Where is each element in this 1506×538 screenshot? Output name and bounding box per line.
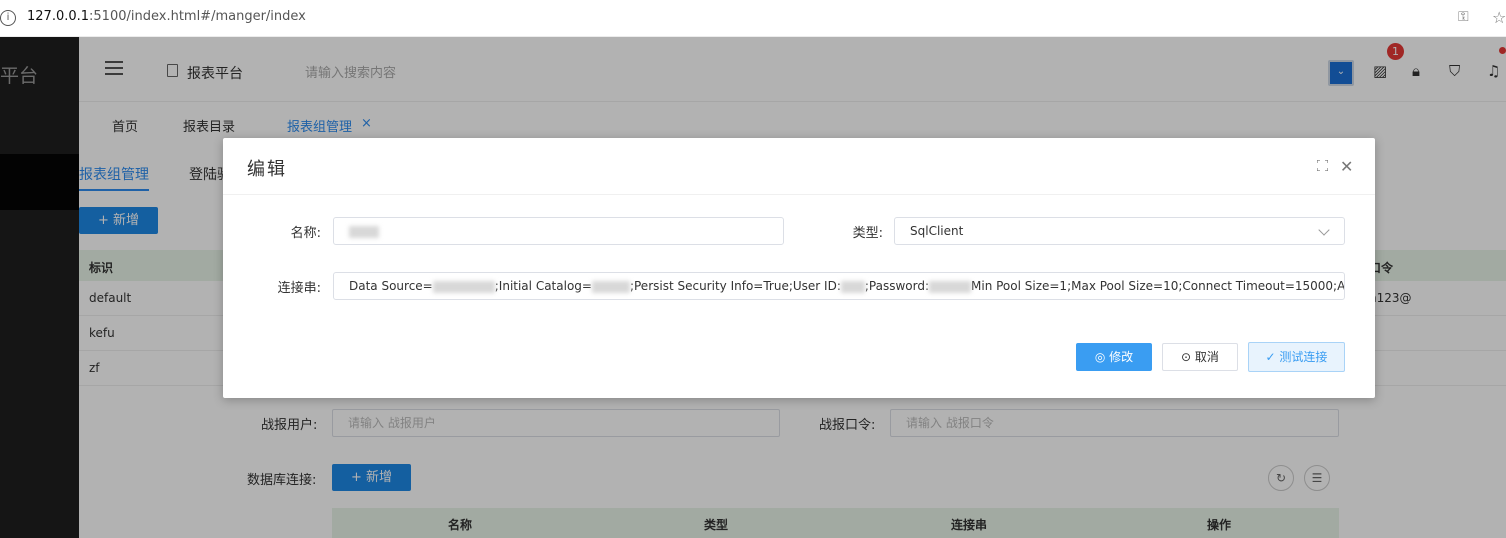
name-input[interactable] bbox=[333, 217, 784, 245]
modify-button[interactable]: ◎ 修改 bbox=[1076, 343, 1152, 371]
edit-dialog: 编辑 ✕ 名称: 类型: SqlClient 连接串: Data Source=… bbox=[223, 138, 1375, 398]
connection-string-input[interactable]: Data Source= ;Initial Catalog= ;Persist Se… bbox=[333, 272, 1345, 300]
test-connection-label: 测试连接 bbox=[1279, 350, 1328, 364]
redacted-value bbox=[929, 280, 971, 293]
conn-text-5: Min Pool Size=1;Max Pool Size=10;Connect… bbox=[971, 279, 1345, 293]
type-select[interactable]: SqlClient bbox=[894, 217, 1345, 245]
check-circle-icon: ◎ bbox=[1094, 350, 1110, 364]
redacted-value bbox=[840, 280, 865, 293]
cancel-button-label: 取消 bbox=[1194, 350, 1219, 364]
conn-text-1: Data Source= bbox=[349, 279, 433, 293]
name-label: 名称: bbox=[290, 226, 321, 241]
dialog-title: 编辑 bbox=[247, 159, 287, 180]
conn-text-2: ;Initial Catalog= bbox=[494, 279, 592, 293]
redacted-value bbox=[432, 280, 495, 293]
dialog-header-divider bbox=[223, 194, 1375, 195]
type-label: 类型: bbox=[852, 226, 883, 241]
redacted-value bbox=[349, 225, 379, 238]
url-host: 127.0.0.1 bbox=[27, 9, 90, 24]
chevron-down-icon bbox=[1318, 224, 1330, 236]
browser-address-bar: i 127.0.0.1:5100/index.html#/manger/inde… bbox=[0, 0, 1506, 37]
redacted-value bbox=[591, 280, 630, 293]
check-icon: ✓ bbox=[1265, 350, 1280, 364]
type-value: SqlClient bbox=[910, 224, 964, 238]
url-field[interactable]: 127.0.0.1:5100/index.html#/manger/index bbox=[27, 9, 306, 24]
cancel-button[interactable]: ⊙ 取消 bbox=[1162, 343, 1238, 371]
cancel-circle-icon: ⊙ bbox=[1181, 350, 1195, 364]
test-connection-button[interactable]: ✓ 测试连接 bbox=[1248, 342, 1345, 372]
bookmark-star-icon[interactable]: ☆ bbox=[1492, 8, 1506, 27]
url-path: :5100/index.html#/manger/index bbox=[89, 9, 306, 24]
modify-button-label: 修改 bbox=[1109, 350, 1134, 364]
key-icon[interactable]: ⚿ bbox=[1458, 9, 1469, 25]
conn-text-3: ;Persist Security Info=True;User ID: bbox=[629, 279, 841, 293]
connection-string-label: 连接串: bbox=[277, 281, 321, 296]
maximize-icon[interactable] bbox=[1317, 160, 1328, 171]
close-icon[interactable]: ✕ bbox=[1340, 157, 1353, 176]
conn-text-4: ;Password: bbox=[864, 279, 929, 293]
site-info-icon[interactable]: i bbox=[0, 10, 16, 26]
